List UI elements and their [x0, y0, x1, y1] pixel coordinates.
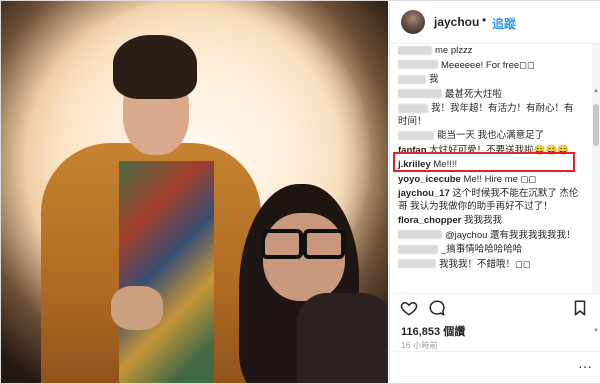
- instagram-post-window: jaychou • 追蹤 me plzzz Meeeeee! For free◻︎…: [0, 0, 600, 384]
- comment-row: 最甚死大炷啦: [390, 88, 590, 103]
- comment-row: jaychou_17 这个时候我不能在沉默了 杰伦哥 我认为我做你的助手再好不过…: [390, 187, 590, 214]
- comment-text: me plzzz: [435, 45, 473, 56]
- comment-text: @jaychou 還有我我我我我我！: [445, 229, 576, 241]
- avatar[interactable]: [401, 10, 425, 34]
- comment-username[interactable]: yoyo_icecube: [398, 174, 461, 185]
- comment-row: 我我我！不錯哦！◻︎◻︎: [390, 258, 590, 273]
- post-timestamp: 16 小時前: [401, 341, 438, 350]
- likes-count[interactable]: 116,853 個讚: [401, 323, 465, 339]
- photo-subject-shirt: [119, 161, 214, 383]
- highlighted-comment-box: [393, 152, 575, 172]
- comment-row: flora_chopper 我我我我: [390, 214, 590, 229]
- comment-row: me plzzz: [390, 44, 590, 59]
- comment-text: 我: [429, 74, 439, 85]
- comment-row: _搞事情哈哈哈哈哈: [390, 243, 590, 258]
- comment-row: Meeeeee! For free◻︎◻︎: [390, 59, 590, 74]
- add-comment-input[interactable]: [401, 362, 575, 376]
- comment-text: _搞事情哈哈哈哈哈: [441, 244, 523, 255]
- redacted-username: [398, 244, 438, 254]
- comment-text: 最甚死大炷啦: [445, 88, 503, 100]
- comment-username[interactable]: jaychou_17: [398, 188, 450, 199]
- heart-icon[interactable]: [400, 299, 418, 317]
- comment-row: 我: [390, 73, 590, 88]
- redacted-username: [398, 103, 428, 113]
- post-username[interactable]: jaychou: [434, 15, 479, 29]
- redacted-username: [398, 74, 426, 84]
- comments-scrollbar[interactable]: ▲ ▼: [592, 44, 600, 334]
- redacted-username: [398, 259, 436, 269]
- photo-subject-hand: [111, 286, 163, 330]
- redacted-username: [398, 60, 438, 70]
- comment-text: 我我我！不錯哦！◻︎◻︎: [439, 258, 531, 270]
- comment-text: Me!! Hire me ◻︎◻︎: [463, 173, 537, 185]
- photo-second-subject-body: [297, 293, 388, 383]
- speech-bubble-icon[interactable]: [428, 299, 446, 317]
- post-photo: [1, 1, 388, 383]
- action-bar: [390, 293, 600, 322]
- likes-suffix: 個讚: [443, 326, 466, 338]
- photo-subject-hair: [113, 35, 197, 99]
- scroll-down-arrow-icon[interactable]: ▼: [593, 328, 599, 334]
- follow-button[interactable]: 追蹤: [492, 15, 516, 32]
- comment-row: 我！我年超！有活力！有耐心！有时间！: [390, 102, 590, 129]
- redacted-username: [398, 89, 442, 99]
- ellipsis-icon[interactable]: ···: [578, 358, 592, 374]
- comment-row: @jaychou 還有我我我我我我！: [390, 229, 590, 244]
- bookmark-icon[interactable]: [571, 299, 589, 317]
- redacted-username: [398, 45, 432, 55]
- likes-number: 116,853: [401, 326, 441, 338]
- scroll-up-arrow-icon[interactable]: ▲: [593, 88, 599, 94]
- post-side-panel: jaychou • 追蹤 me plzzz Meeeeee! For free◻︎…: [389, 1, 600, 383]
- comment-row: 能当一天 我也心满意足了: [390, 129, 590, 144]
- scrollbar-thumb[interactable]: [593, 104, 599, 146]
- comment-row: yoyo_icecube Me!! Hire me ◻︎◻︎: [390, 173, 590, 188]
- comment-username[interactable]: flora_chopper: [398, 215, 461, 226]
- post-header: jaychou • 追蹤: [390, 1, 600, 44]
- redacted-username: [398, 130, 434, 140]
- separator-dot: •: [482, 13, 487, 27]
- comment-text: 我我我我: [464, 215, 503, 226]
- redacted-username: [398, 230, 442, 240]
- comment-text: 能当一天 我也心满意足了: [437, 130, 545, 141]
- comment-text: Meeeeee! For free◻︎◻︎: [441, 59, 535, 71]
- add-comment-bar: ···: [390, 351, 600, 384]
- photo-glasses: [261, 229, 347, 259]
